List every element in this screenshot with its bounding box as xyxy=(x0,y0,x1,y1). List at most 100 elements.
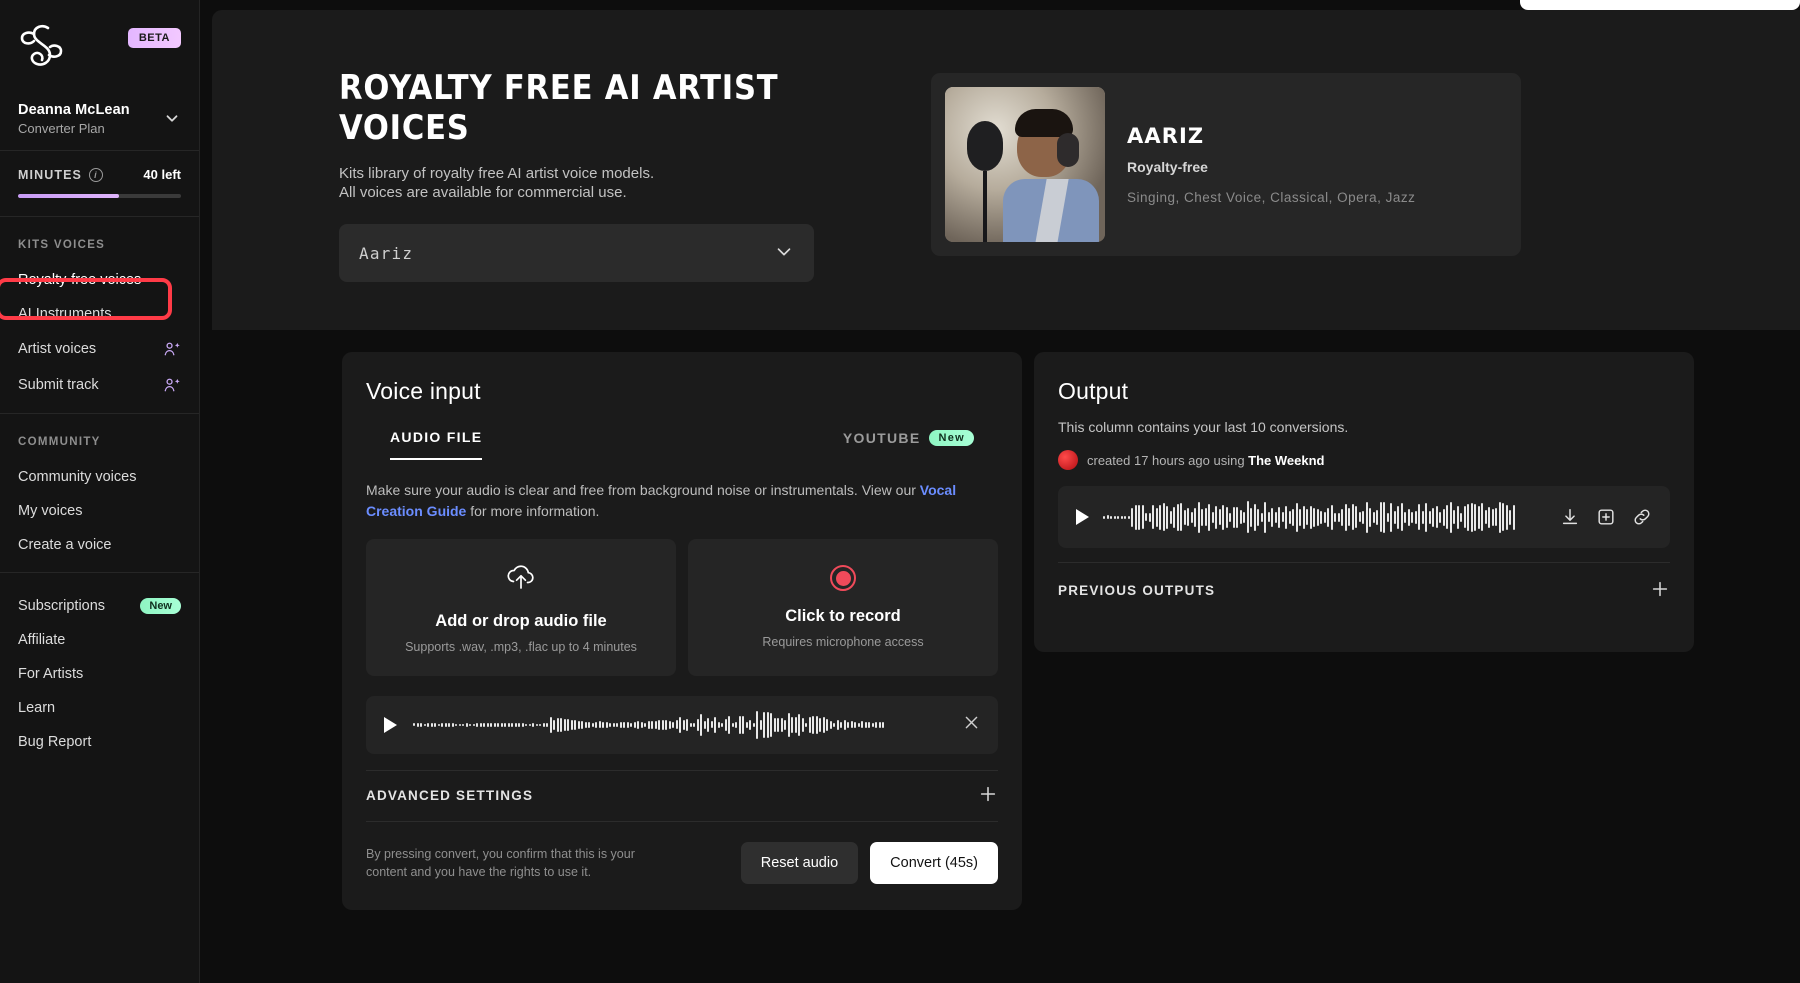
waveform-bar xyxy=(1366,502,1368,533)
waveform-bar xyxy=(809,717,811,733)
waveform-bar xyxy=(1394,511,1396,523)
sidebar-header: BETA Deanna McLean Converter Plan xyxy=(0,0,199,150)
input-audio-player xyxy=(366,696,998,754)
waveform-bar xyxy=(767,712,769,738)
waveform-bar xyxy=(1103,516,1105,518)
waveform-bar xyxy=(550,717,552,734)
previous-outputs-accordion[interactable]: PREVIOUS OUTPUTS xyxy=(1058,562,1670,618)
sidebar-item-my-voices[interactable]: My voices xyxy=(0,494,199,528)
sidebar-item-community-voices[interactable]: Community voices xyxy=(0,460,199,494)
main-content: ROYALTY FREE AI ARTIST VOICES Kits libra… xyxy=(200,0,1800,983)
waveform-bar xyxy=(427,723,429,727)
sidebar-item-label: Learn xyxy=(18,700,55,716)
waveform-bar xyxy=(1513,505,1515,530)
input-waveform[interactable] xyxy=(413,708,947,742)
artist-card[interactable]: AARIZ Royalty-free Singing, Chest Voice,… xyxy=(931,73,1521,256)
waveform-bar xyxy=(536,724,538,726)
advanced-settings-accordion[interactable]: ADVANCED SETTINGS xyxy=(366,770,998,822)
waveform-bar xyxy=(1453,510,1455,524)
waveform-bar xyxy=(1506,505,1508,530)
sidebar-item-learn[interactable]: Learn xyxy=(0,691,199,725)
kits-ampersand-logo[interactable] xyxy=(18,20,66,72)
save-to-library-icon[interactable] xyxy=(1596,507,1616,527)
record-audio-dropzone[interactable]: Click to record Requires microphone acce… xyxy=(688,539,998,676)
waveform-bar xyxy=(704,721,706,730)
convert-button[interactable]: Convert (45s) xyxy=(870,842,998,884)
waveform-bar xyxy=(1464,506,1466,528)
sidebar-item-create-a-voice[interactable]: Create a voice xyxy=(0,528,199,562)
sidebar-section-general: SubscriptionsNewAffiliateFor Artists Lear… xyxy=(0,573,199,769)
waveform-bar xyxy=(483,723,485,727)
waveform-bar xyxy=(791,717,793,733)
user-account-switcher[interactable]: Deanna McLean Converter Plan xyxy=(18,102,181,136)
avatar xyxy=(1058,450,1078,470)
waveform-bar xyxy=(662,720,664,730)
sidebar-item-bug-report[interactable]: Bug Report xyxy=(0,725,199,759)
waveform-bar xyxy=(882,722,884,727)
waveform-bar xyxy=(1467,504,1469,530)
close-icon[interactable] xyxy=(963,714,980,735)
waveform-bar xyxy=(438,724,440,726)
waveform-bar xyxy=(686,719,688,732)
waveform-bar xyxy=(459,724,461,726)
tab-youtube[interactable]: YOUTUBE New xyxy=(843,430,974,459)
waveform-bar xyxy=(553,720,555,731)
link-icon[interactable] xyxy=(1632,507,1652,527)
waveform-bar xyxy=(735,722,737,728)
waveform-bar xyxy=(504,723,506,727)
sidebar-item-royalty-free-voices[interactable]: Royalty-free voices xyxy=(0,263,199,297)
sidebar-item-ai-instruments[interactable]: AI Instruments xyxy=(0,297,199,331)
app-root: BETA Deanna McLean Converter Plan MINUTE… xyxy=(0,0,1800,983)
note-text-after: for more information. xyxy=(466,503,599,519)
minutes-row: MINUTES i 40 left xyxy=(18,167,181,182)
waveform-bar xyxy=(1229,513,1231,521)
waveform-bar xyxy=(1450,502,1452,532)
plus-icon[interactable] xyxy=(1650,579,1670,603)
waveform-bar xyxy=(1446,505,1448,529)
waveform-bar xyxy=(1327,508,1329,528)
waveform-bar xyxy=(1289,511,1291,524)
chevron-down-icon[interactable] xyxy=(774,241,794,266)
waveform-bar xyxy=(1471,503,1473,532)
chevron-down-icon[interactable] xyxy=(163,109,181,130)
sidebar-item-label: Bug Report xyxy=(18,734,91,750)
sidebar-item-subscriptions[interactable]: SubscriptionsNew xyxy=(0,589,199,623)
waveform-bar xyxy=(1191,512,1193,523)
waveform-bar xyxy=(1271,508,1273,527)
download-icon[interactable] xyxy=(1560,507,1580,527)
sidebar-item-for-artists[interactable]: For Artists xyxy=(0,657,199,691)
upload-audio-dropzone[interactable]: Add or drop audio file Supports .wav, .m… xyxy=(366,539,676,676)
waveform-bar xyxy=(770,713,772,737)
waveform-bar xyxy=(606,722,608,728)
output-waveform[interactable] xyxy=(1103,500,1546,534)
waveform-bar xyxy=(1173,507,1175,529)
voice-select-dropdown[interactable]: Aariz xyxy=(339,224,814,282)
sidebar: BETA Deanna McLean Converter Plan MINUTE… xyxy=(0,0,200,983)
waveform-bar xyxy=(434,723,436,727)
play-icon[interactable] xyxy=(384,717,397,733)
waveform-bar xyxy=(1264,502,1266,534)
waveform-bar xyxy=(1198,502,1200,533)
reset-audio-button[interactable]: Reset audio xyxy=(741,842,858,884)
action-buttons: Reset audio Convert (45s) xyxy=(741,842,998,884)
waveform-bar xyxy=(616,723,618,728)
output-description: This column contains your last 10 conver… xyxy=(1058,419,1670,435)
voice-input-footer: By pressing convert, you confirm that th… xyxy=(366,842,998,884)
voice-select-value: Aariz xyxy=(359,244,413,263)
waveform-bar xyxy=(480,723,482,727)
waveform-bar xyxy=(1478,506,1480,529)
info-icon[interactable]: i xyxy=(89,168,103,182)
microphone-icon xyxy=(967,121,1003,171)
sidebar-item-submit-track[interactable]: Submit track xyxy=(0,367,199,403)
tab-audio-file[interactable]: AUDIO FILE xyxy=(390,429,482,460)
sidebar-item-artist-voices[interactable]: Artist voices xyxy=(0,331,199,367)
plus-icon[interactable] xyxy=(978,784,998,808)
waveform-bar xyxy=(1387,513,1389,522)
waveform-bar xyxy=(1114,516,1116,519)
play-icon[interactable] xyxy=(1076,509,1089,525)
waveform-bar xyxy=(1250,508,1252,527)
waveform-bar xyxy=(452,723,454,727)
sidebar-item-affiliate[interactable]: Affiliate xyxy=(0,623,199,657)
waveform-bar xyxy=(1222,505,1224,530)
output-title: Output xyxy=(1058,378,1670,405)
